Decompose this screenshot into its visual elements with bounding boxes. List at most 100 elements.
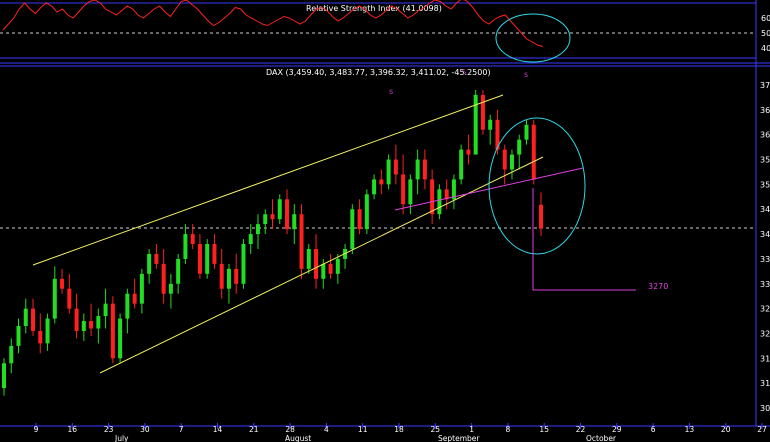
candle-body — [161, 263, 166, 294]
candle-body — [212, 244, 217, 264]
rsi-y-tick-label: 50 — [761, 29, 770, 38]
candle — [16, 318, 21, 354]
candle — [125, 288, 130, 334]
marker-s-left: s — [389, 87, 393, 96]
candle-body — [509, 154, 514, 170]
candle-body — [96, 316, 101, 329]
candle — [451, 174, 456, 210]
candle — [2, 358, 6, 396]
candle — [459, 144, 464, 185]
candle — [480, 89, 485, 135]
x-tick-label: 11 — [358, 425, 368, 434]
candle-body — [132, 293, 137, 304]
candle-body — [110, 303, 115, 359]
candle-body — [314, 248, 319, 279]
channel-lower-line — [99, 156, 544, 374]
candle-body — [31, 308, 36, 331]
candle — [234, 253, 239, 294]
x-tick-label: 13 — [685, 425, 695, 434]
candle — [183, 224, 188, 264]
candle-body — [437, 189, 442, 215]
candle-body — [190, 234, 195, 245]
candle — [212, 234, 217, 269]
candle — [299, 204, 304, 279]
price-y-tick-label: 3600 — [760, 131, 770, 140]
candle-body — [219, 263, 224, 289]
candle — [176, 253, 181, 294]
candle — [422, 149, 427, 190]
candle-body — [379, 179, 384, 185]
candle-body — [23, 308, 28, 327]
candle-body — [168, 283, 173, 294]
x-tick-label: 25 — [431, 425, 441, 434]
candle-body — [38, 330, 43, 344]
price-y-tick-label: 3650 — [760, 106, 770, 115]
candle-body — [183, 234, 188, 259]
x-tick-label: 9 — [34, 425, 39, 434]
candle-body — [466, 149, 471, 155]
candle — [466, 134, 471, 165]
candle — [168, 273, 173, 309]
candle — [335, 253, 340, 284]
candle — [154, 244, 159, 269]
candle — [9, 338, 14, 374]
candle — [531, 119, 536, 185]
candle-body — [517, 139, 522, 155]
candle — [205, 239, 210, 279]
candle — [502, 144, 507, 185]
candle — [255, 214, 260, 249]
candle-body — [263, 214, 268, 225]
candle-body — [197, 244, 202, 274]
candle-body — [125, 293, 130, 319]
candle-body — [255, 224, 260, 235]
candle-body — [285, 199, 290, 230]
candle — [67, 273, 72, 314]
x-tick-label: 7 — [179, 425, 184, 434]
candle-body — [16, 326, 21, 346]
candle — [248, 224, 253, 254]
x-tick-label: 1 — [469, 425, 474, 434]
candle-body — [350, 209, 355, 249]
candle-body — [248, 234, 253, 245]
candle-body — [321, 263, 326, 279]
candle — [314, 234, 319, 289]
x-tick-label: 20 — [721, 425, 731, 434]
price-title: DAX (3,459.40, 3,483.77, 3,396.32, 3,411… — [266, 68, 491, 77]
target-label: 3270 — [648, 282, 668, 291]
candle-body — [139, 273, 144, 304]
candle — [132, 278, 137, 309]
x-tick-label: 30 — [140, 425, 150, 434]
candle — [372, 174, 377, 200]
candle-body — [459, 149, 464, 180]
candle — [110, 296, 115, 364]
candle-body — [306, 248, 311, 269]
price-y-tick-label: 3450 — [760, 205, 770, 214]
price-y-tick-label: 3250 — [760, 305, 770, 314]
month-label: August — [285, 434, 311, 442]
x-tick-label: 22 — [576, 425, 586, 434]
candle — [415, 149, 420, 195]
candle — [197, 234, 202, 279]
price-y-tick-label: 3700 — [760, 81, 770, 90]
price-y-tick-label: 3300 — [760, 280, 770, 289]
candle-body — [45, 318, 50, 344]
price-y-tick-label: 3550 — [760, 156, 770, 165]
chart-canvas: Relative Strength Index (41.0098) 605040… — [0, 0, 770, 442]
candle-body — [364, 194, 369, 230]
candle-body — [299, 214, 304, 269]
candle-body — [118, 318, 123, 359]
x-tick-label: 29 — [612, 425, 622, 434]
candle — [343, 244, 348, 269]
price-y-tick-label: 3350 — [760, 255, 770, 264]
rsi-y-tick-label: 60 — [761, 14, 770, 23]
candle — [81, 313, 86, 341]
candle — [161, 248, 166, 304]
candle — [52, 266, 57, 324]
candle-body — [292, 214, 297, 230]
candle — [437, 184, 442, 220]
candle-body — [335, 258, 340, 274]
candle — [401, 154, 406, 215]
candle — [263, 209, 268, 235]
candle-body — [277, 199, 282, 220]
x-tick-label: 16 — [68, 425, 78, 434]
